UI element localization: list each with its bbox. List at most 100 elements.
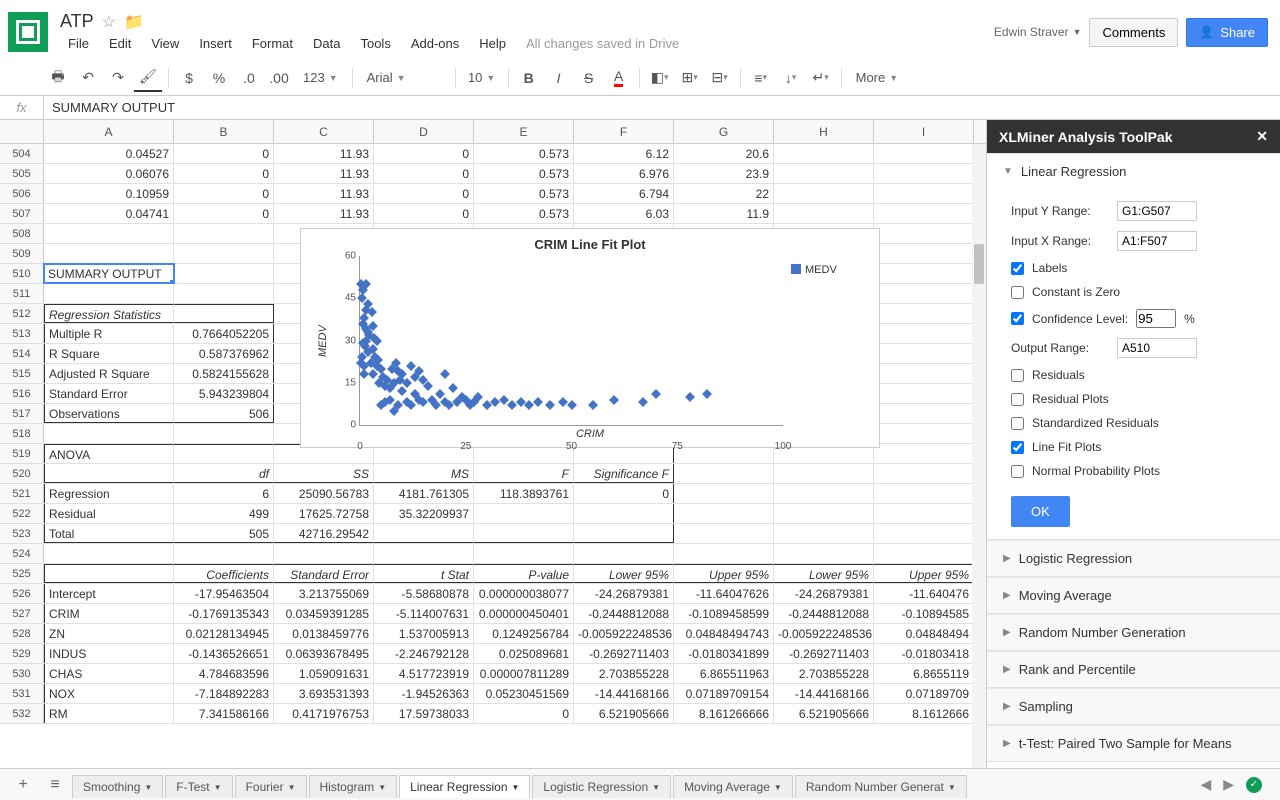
cell[interactable]	[874, 504, 974, 523]
cell[interactable]	[174, 424, 274, 443]
cell[interactable]: 0.573	[474, 164, 574, 183]
cell[interactable]: INDUS	[44, 644, 174, 663]
cell[interactable]	[774, 144, 874, 163]
cell[interactable]: 0.04848494743	[674, 624, 774, 643]
cell[interactable]: -0.2448812088	[774, 604, 874, 623]
cell[interactable]: Multiple R	[44, 324, 174, 343]
input-y-range[interactable]	[1117, 201, 1197, 221]
row-header[interactable]: 530	[0, 664, 44, 683]
cell[interactable]: P-value	[474, 564, 574, 583]
cell[interactable]	[874, 284, 974, 303]
cell[interactable]: 3.213755069	[274, 584, 374, 603]
print-icon[interactable]: 🖶	[44, 64, 72, 92]
tab-scroll-left[interactable]: ◀	[1200, 776, 1211, 793]
cell[interactable]	[874, 264, 974, 283]
star-icon[interactable]: ☆	[102, 12, 116, 32]
paint-format-icon[interactable]: 🖌	[134, 64, 162, 92]
cell[interactable]: t Stat	[374, 564, 474, 583]
user-menu[interactable]: Edwin Straver▼	[994, 25, 1082, 39]
cell[interactable]: 11.9	[674, 204, 774, 223]
cell[interactable]: 6.8655119	[874, 664, 974, 683]
cell[interactable]	[874, 424, 974, 443]
cell[interactable]: 0.025089681	[474, 644, 574, 663]
col-header-I[interactable]: I	[874, 120, 974, 143]
spreadsheet[interactable]: ABCDEFGHI 5040.04527011.9300.5736.1220.6…	[0, 120, 986, 768]
cell[interactable]: df	[174, 464, 274, 483]
cell[interactable]	[44, 564, 174, 583]
h-align-icon[interactable]: ≡▾	[747, 64, 775, 92]
cell[interactable]: 0.04741	[44, 204, 174, 223]
cell[interactable]	[374, 544, 474, 563]
decrease-decimal-icon[interactable]: .0	[235, 64, 263, 92]
cell[interactable]: 0	[174, 204, 274, 223]
sheet-tab-fourier[interactable]: Fourier▼	[235, 775, 307, 798]
accordion-logistic-regression[interactable]: ▶Logistic Regression	[987, 540, 1280, 576]
cell[interactable]: -0.1436526651	[174, 644, 274, 663]
comments-button[interactable]: Comments	[1089, 18, 1178, 47]
undo-icon[interactable]: ↶	[74, 64, 102, 92]
cell[interactable]: RM	[44, 704, 174, 723]
vertical-scrollbar[interactable]	[972, 144, 986, 768]
sheet-tab-random-number-generat[interactable]: Random Number Generat▼	[795, 775, 967, 798]
cell[interactable]	[774, 544, 874, 563]
italic-icon[interactable]: I	[545, 64, 573, 92]
row-header[interactable]: 520	[0, 464, 44, 483]
cell[interactable]: 7.341586166	[174, 704, 274, 723]
cell[interactable]	[874, 244, 974, 263]
redo-icon[interactable]: ↷	[104, 64, 132, 92]
cell[interactable]: 0.573	[474, 144, 574, 163]
accordion-linear-regression[interactable]: ▼Linear Regression	[987, 153, 1280, 189]
cell[interactable]: 6.03	[574, 204, 674, 223]
sheet-tab-logistic-regression[interactable]: Logistic Regression▼	[532, 775, 671, 798]
cell[interactable]: -0.1089458599	[674, 604, 774, 623]
cell[interactable]	[774, 484, 874, 503]
cell[interactable]: 42716.29542	[274, 524, 374, 543]
cell[interactable]	[874, 404, 974, 423]
more-dropdown[interactable]: More▼	[848, 64, 907, 92]
cell[interactable]: 0.000000450401	[474, 604, 574, 623]
row-header[interactable]: 532	[0, 704, 44, 723]
row-header[interactable]: 515	[0, 364, 44, 383]
cell[interactable]: -0.1769135343	[174, 604, 274, 623]
cell[interactable]: 3.693531393	[274, 684, 374, 703]
percent-icon[interactable]: %	[205, 64, 233, 92]
cell[interactable]: CHAS	[44, 664, 174, 683]
row-header[interactable]: 514	[0, 344, 44, 363]
cell[interactable]	[474, 524, 574, 543]
cell[interactable]	[474, 544, 574, 563]
row-header[interactable]: 519	[0, 444, 44, 463]
cell[interactable]: 17625.72758	[274, 504, 374, 523]
confidence-checkbox[interactable]	[1011, 312, 1024, 325]
cell[interactable]: 8.1612666	[874, 704, 974, 723]
cell[interactable]: 0.06393678495	[274, 644, 374, 663]
cell[interactable]	[874, 304, 974, 323]
cell[interactable]	[574, 504, 674, 523]
col-header-D[interactable]: D	[374, 120, 474, 143]
cell[interactable]	[174, 544, 274, 563]
cell[interactable]: Regression	[44, 484, 174, 503]
cell[interactable]: 0	[174, 144, 274, 163]
cell[interactable]: Coefficients	[174, 564, 274, 583]
close-icon[interactable]: ✕	[1256, 128, 1268, 145]
sheet-tab-f-test[interactable]: F-Test▼	[165, 775, 232, 798]
cell[interactable]	[674, 484, 774, 503]
cell[interactable]	[874, 364, 974, 383]
std-residuals-checkbox[interactable]	[1011, 417, 1024, 430]
cell[interactable]: 0	[174, 164, 274, 183]
constant-zero-checkbox[interactable]	[1011, 286, 1024, 299]
strikethrough-icon[interactable]: S	[575, 64, 603, 92]
cell[interactable]: 0.587376962	[174, 344, 274, 363]
cell[interactable]: 0.573	[474, 184, 574, 203]
row-header[interactable]: 524	[0, 544, 44, 563]
cell[interactable]: 0	[574, 484, 674, 503]
share-button[interactable]: 👤 Share	[1186, 18, 1268, 47]
cell[interactable]	[874, 544, 974, 563]
sheet-tab-moving-average[interactable]: Moving Average▼	[673, 775, 793, 798]
row-header[interactable]: 508	[0, 224, 44, 243]
row-header[interactable]: 531	[0, 684, 44, 703]
cell[interactable]	[874, 384, 974, 403]
cell[interactable]: 11.93	[274, 204, 374, 223]
row-header[interactable]: 509	[0, 244, 44, 263]
cell[interactable]: Significance F	[574, 464, 674, 483]
formula-input[interactable]: SUMMARY OUTPUT	[44, 100, 1280, 115]
